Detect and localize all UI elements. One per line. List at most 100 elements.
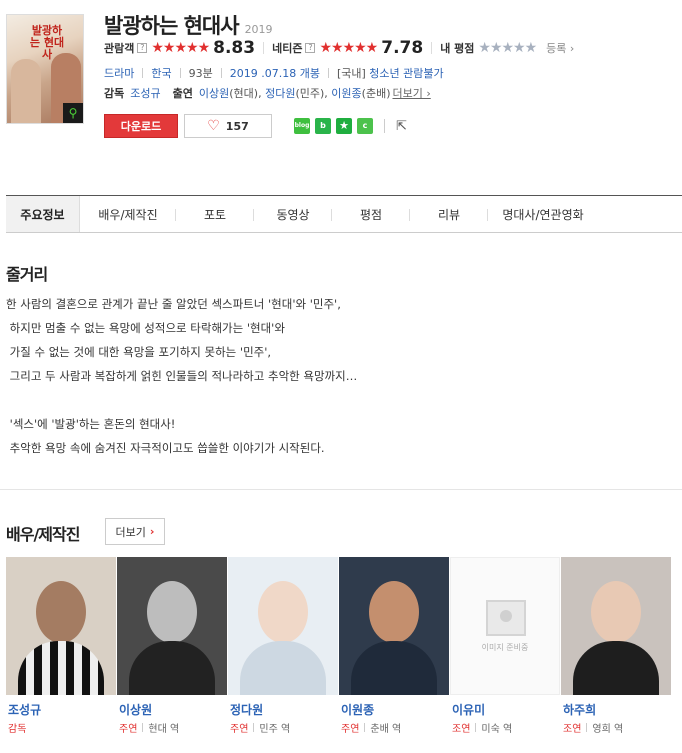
release-date-link[interactable]: 2019 .07.18 개봉 (230, 65, 320, 81)
cast-role: (민주), (295, 87, 328, 100)
divider (220, 68, 222, 78)
register-rating-link[interactable]: 등록 › (546, 40, 574, 56)
cast-heading: 배우/제작진 (6, 525, 80, 544)
cast-photo[interactable] (339, 557, 449, 695)
cast-member[interactable]: 하주희 조연 영희 역 (561, 557, 671, 735)
movie-title[interactable]: 발광하는 현대사 (104, 10, 240, 40)
synopsis-text: 한 사람의 결혼으로 관계가 끝난 줄 알았던 섹스파트너 '현대'와 '민주'… (6, 292, 676, 460)
director-link[interactable]: 조성규 (130, 85, 160, 101)
band-share-icon[interactable]: b (315, 118, 331, 134)
audience-rating-label: 관람객 (104, 42, 135, 55)
cast-character: 현대 역 (148, 724, 180, 735)
cast-character: 미숙 역 (481, 724, 513, 735)
cast-member[interactable]: 이상원 주연 현대 역 (117, 557, 227, 735)
cast-member[interactable]: 이원종 주연 춘배 역 (339, 557, 449, 735)
divider (142, 68, 144, 78)
movie-info-row: 드라마 한국 93분 2019 .07.18 개봉 [국내] 청소년 관람불가 (104, 65, 444, 81)
title-row: 발광하는 현대사 2019 (104, 10, 273, 40)
cast-name[interactable]: 조성규 (6, 701, 116, 718)
help-icon[interactable]: ? (137, 43, 148, 53)
tab-cast-crew[interactable]: 배우/제작진 (80, 196, 176, 232)
cast-photo-placeholder[interactable]: 이미지 준비중 (450, 557, 560, 695)
cast-more-button[interactable]: 더보기 › (105, 518, 165, 545)
rating-row: 관람객 ? ★★★★★ 8.83 네티즌 ? ★★★★★ 7.78 내 평점 ★… (104, 38, 574, 58)
section-tabs: 주요정보 배우/제작진 포토 동영상 평점 리뷰 명대사/연관영화 (6, 195, 682, 233)
tab-label: 주요정보 (20, 207, 65, 222)
image-placeholder-icon (486, 600, 526, 636)
audience-score: 8.83 (213, 38, 256, 58)
cast-photo[interactable] (561, 557, 671, 695)
country-link[interactable]: 한국 (151, 65, 171, 81)
help-icon[interactable]: ? (305, 43, 316, 53)
poster-figure (11, 59, 41, 123)
cast-role-line: 조연 영희 역 (561, 720, 671, 735)
share-icon[interactable]: ⇱ (396, 119, 407, 134)
tab-label: 동영상 (276, 207, 310, 222)
cast-name[interactable]: 이유미 (450, 701, 560, 718)
cast-role-line: 주연 민주 역 (228, 720, 338, 735)
cast-link[interactable]: 정다원 (265, 85, 295, 101)
download-button[interactable]: 다운로드 (104, 114, 178, 138)
chevron-right-icon: › (149, 525, 155, 538)
cast-name[interactable]: 정다원 (228, 701, 338, 718)
cast-role: 주연 (119, 724, 138, 735)
zoom-icon[interactable]: ⚲ (63, 103, 83, 123)
cast-photo[interactable] (228, 557, 338, 695)
synopsis-line: 그리고 두 사람과 복잡하게 얽힌 인물들의 적나라하고 추악한 욕망까지… (6, 369, 358, 383)
cast-role: (현대), (229, 87, 262, 100)
cast-role-line: 조연 미숙 역 (450, 720, 560, 735)
section-divider (0, 489, 682, 490)
cast-role-line: 주연 춘배 역 (339, 720, 449, 735)
tab-main-info[interactable]: 주요정보 (6, 196, 80, 232)
tab-quotes-related[interactable]: 명대사/연관영화 (488, 196, 598, 232)
synopsis-line: '섹스'에 '발광'하는 혼돈의 현대사! (6, 417, 176, 431)
tab-label: 평점 (359, 207, 383, 222)
cast-list: 조성규 감독 이상원 주연 현대 역 정다원 주연 민주 역 이원종 주연 춘배 역 … (6, 557, 671, 735)
cast-member[interactable]: 조성규 감독 (6, 557, 116, 735)
like-button[interactable]: ♡ 157 (184, 114, 272, 138)
tab-photo[interactable]: 포토 (176, 196, 254, 232)
movie-year: 2019 (244, 23, 273, 36)
divider (384, 119, 385, 133)
divider (327, 68, 329, 78)
cast-label: 출연 (172, 87, 193, 100)
blog-share-icon[interactable]: blog (294, 118, 310, 134)
synopsis-line: 추악한 욕망 속에 숨겨진 자극적이고도 씁쓸한 이야기가 시작된다. (6, 441, 325, 455)
synopsis-heading: 줄거리 (6, 265, 48, 284)
tab-label: 리뷰 (437, 207, 461, 222)
cast-name[interactable]: 이원종 (339, 701, 449, 718)
divider (431, 42, 433, 54)
my-rating-stars[interactable]: ★★★★★ (478, 40, 537, 56)
cast-photo[interactable] (117, 557, 227, 695)
cast-role: 주연 (230, 724, 249, 735)
cast-photo[interactable] (6, 557, 116, 695)
genre-link[interactable]: 드라마 (104, 65, 134, 81)
netizen-rating-label: 네티즌 (272, 42, 303, 55)
cast-link[interactable]: 이상원 (199, 85, 229, 101)
tab-video[interactable]: 동영상 (254, 196, 332, 232)
more-label: 더보기 (115, 525, 146, 539)
tab-review[interactable]: 리뷰 (410, 196, 488, 232)
audience-stars: ★★★★★ (151, 40, 210, 56)
cafe-share-icon[interactable]: c (357, 118, 373, 134)
cast-role: 조연 (452, 724, 471, 735)
cast-role: (춘배) (361, 87, 391, 100)
movie-poster[interactable]: 발광하는 현대사 ⚲ (6, 14, 84, 124)
director-label: 감독 (104, 87, 125, 100)
synopsis-line (6, 388, 676, 412)
tab-rating[interactable]: 평점 (332, 196, 410, 232)
cast-name[interactable]: 이상원 (117, 701, 227, 718)
bookmark-share-icon[interactable]: ★ (336, 118, 352, 134)
cast-member[interactable]: 이미지 준비중 이유미 조연 미숙 역 (450, 557, 560, 735)
more-credits-link[interactable]: 더보기 › (392, 85, 430, 101)
cast-role: 조연 (563, 724, 582, 735)
cast-link[interactable]: 이원종 (331, 85, 361, 101)
tab-label: 배우/제작진 (98, 207, 158, 222)
grade-link[interactable]: 청소년 관람불가 (369, 65, 443, 81)
cast-member[interactable]: 정다원 주연 민주 역 (228, 557, 338, 735)
netizen-score: 7.78 (381, 38, 424, 58)
my-rating-label: 내 평점 (440, 42, 475, 55)
cast-name[interactable]: 하주희 (561, 701, 671, 718)
divider (263, 42, 265, 54)
tab-label: 포토 (203, 207, 227, 222)
